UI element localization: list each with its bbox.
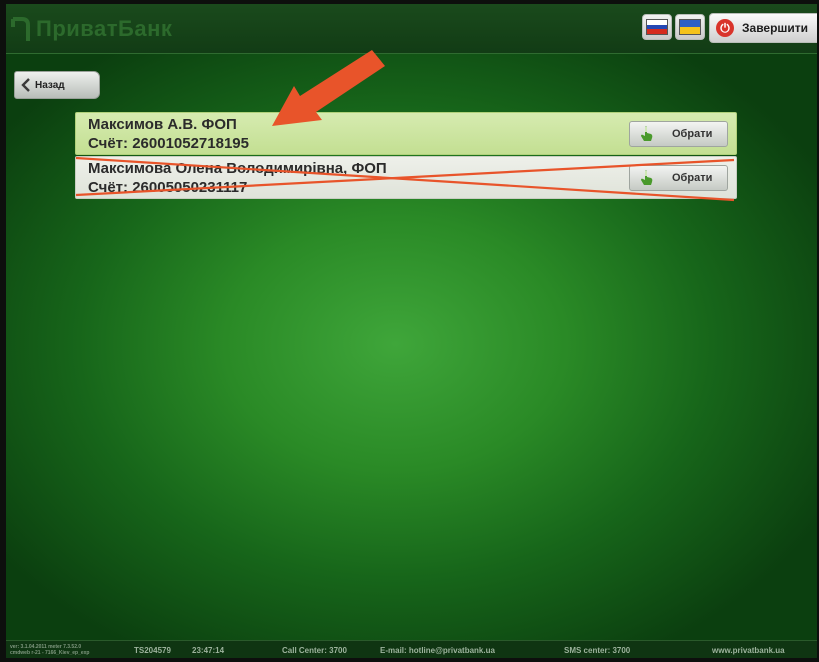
privatbank-logo: ПриватБанк — [10, 12, 172, 46]
clock: 23:47:14 — [192, 646, 225, 655]
account-row: Максимов А.В. ФОП Счёт: 26001052718195 О… — [75, 112, 737, 155]
terminal-id: TS204579 — [134, 646, 171, 655]
exit-button-label: Завершити — [742, 21, 809, 35]
choose-button[interactable]: Обрати — [629, 165, 728, 191]
account-number: Счёт: 26005050231117 — [88, 179, 248, 196]
language-ru-button[interactable] — [642, 14, 672, 40]
exit-button[interactable]: ⏻ Завершити — [709, 13, 817, 43]
status-footer: ver: 3.1.04.2011 meter 7.3.52.0 cmdweb r… — [6, 640, 817, 658]
privatbank-logo-icon — [11, 17, 30, 41]
ukrainian-flag-icon — [679, 19, 701, 35]
account-holder-name: Максимов А.В. ФОП — [88, 116, 237, 133]
sms-center: SMS center: 3700 — [564, 646, 631, 655]
version-info: ver: 3.1.04.2011 meter 7.3.52.0 cmdweb r… — [10, 644, 90, 656]
hand-pointer-icon — [641, 126, 653, 141]
hand-pointer-icon — [641, 170, 653, 185]
language-switcher — [642, 14, 705, 40]
monitor-bezel: ПриватБанк ⏻ Завершити Назад Максимов А.… — [0, 0, 819, 662]
account-holder-name: Максимова Олена Володимирівна, ФОП — [88, 160, 387, 177]
kiosk-screen: ПриватБанк ⏻ Завершити Назад Максимов А.… — [6, 4, 817, 658]
choose-button[interactable]: Обрати — [629, 121, 728, 147]
version-line-2: cmdweb r-21 - 7166_Kiev_ep_exp — [10, 650, 90, 656]
back-button-label: Назад — [35, 79, 65, 91]
call-center: Call Center: 3700 — [282, 646, 347, 655]
choose-button-label: Обрати — [672, 128, 713, 140]
top-bar: ПриватБанк ⏻ Завершити — [6, 4, 817, 54]
chevron-left-icon — [21, 78, 30, 92]
account-row: Максимова Олена Володимирівна, ФОП Счёт:… — [75, 156, 737, 199]
hotline-email: E-mail: hotline@privatbank.ua — [380, 646, 495, 655]
power-icon: ⏻ — [716, 19, 734, 37]
russian-flag-icon — [646, 19, 668, 35]
website: www.privatbank.ua — [712, 646, 785, 655]
language-ua-button[interactable] — [675, 14, 705, 40]
logo-text: ПриватБанк — [36, 16, 173, 41]
choose-button-label: Обрати — [672, 172, 713, 184]
back-button[interactable]: Назад — [14, 71, 100, 99]
account-number: Счёт: 26001052718195 — [88, 135, 249, 152]
